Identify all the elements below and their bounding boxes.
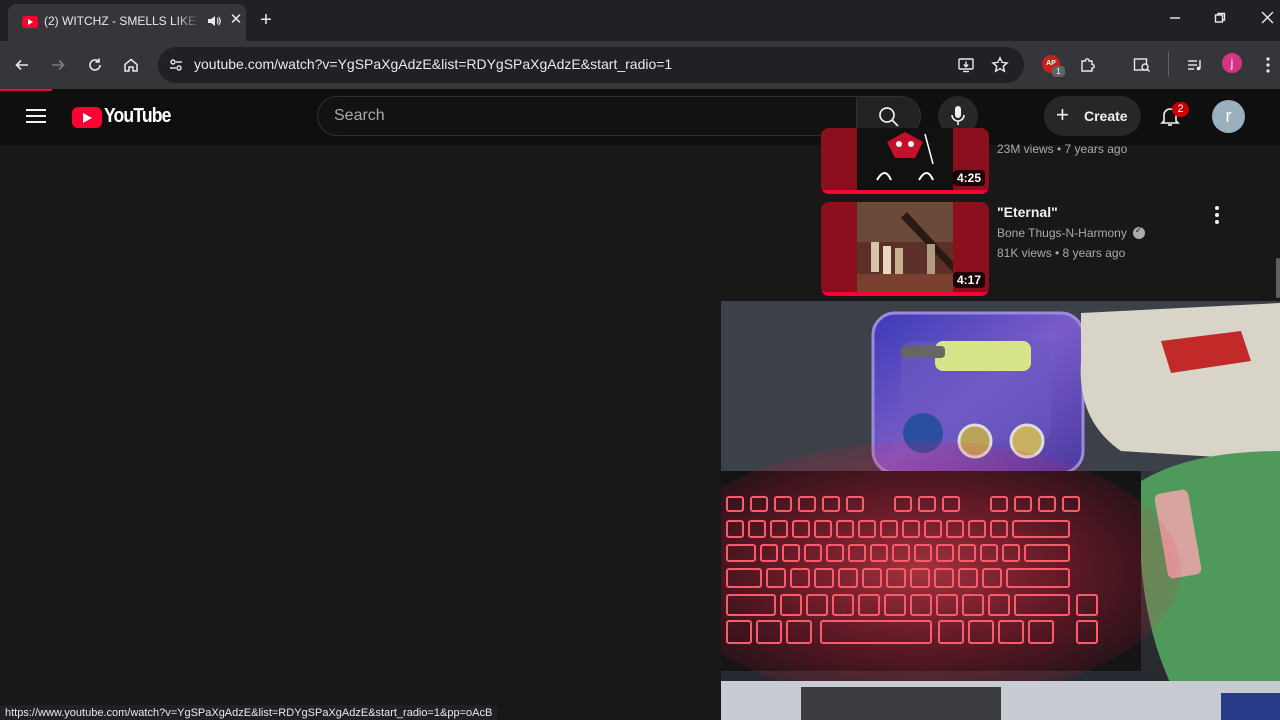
- create-label: Create: [1084, 108, 1128, 124]
- url-text[interactable]: youtube.com/watch?v=YgSPaXgAdzE&list=RDY…: [194, 56, 672, 72]
- search-input[interactable]: [334, 106, 834, 126]
- search-box[interactable]: [317, 96, 857, 136]
- back-arrow-icon[interactable]: [10, 53, 34, 77]
- home-icon[interactable]: [119, 53, 143, 77]
- microphone-icon: [951, 106, 965, 125]
- audio-playing-icon[interactable]: [206, 13, 222, 29]
- video-duration: 4:17: [952, 272, 985, 288]
- plus-icon: +: [1056, 102, 1069, 127]
- tab-close-icon[interactable]: ✕: [228, 12, 244, 28]
- notifications-count-badge: 2: [1172, 102, 1189, 117]
- youtube-masthead: YouTube + Create: [0, 89, 1280, 145]
- browser-tab-active[interactable]: (2) WITCHZ - SMELLS LIKE TEEN SPIRIT ✕: [8, 4, 246, 41]
- youtube-logo-icon[interactable]: [72, 107, 102, 128]
- chrome-profile-avatar[interactable]: j: [1222, 53, 1242, 73]
- new-tab-plus-icon[interactable]: +: [256, 9, 276, 31]
- guide-menu-icon[interactable]: [24, 105, 48, 129]
- video-duration: 4:25: [952, 170, 985, 186]
- video-title[interactable]: "Eternal": [997, 204, 1058, 220]
- video-options-icon[interactable]: [1208, 203, 1226, 227]
- restore-window-icon[interactable]: [1208, 10, 1232, 30]
- link-preview-status: https://www.youtube.com/watch?v=YgSPaXgA…: [0, 705, 498, 720]
- address-bar[interactable]: youtube.com/watch?v=YgSPaXgAdzE&list=RDY…: [158, 47, 1024, 83]
- media-controls-icon[interactable]: [1183, 53, 1207, 77]
- search-icon: [879, 107, 899, 127]
- video-meta: 81K views • 8 years ago: [997, 246, 1126, 260]
- tab-title: (2) WITCHZ - SMELLS LIKE TEEN SPIRIT: [44, 14, 200, 28]
- reload-icon[interactable]: [83, 53, 107, 77]
- youtube-logo-text[interactable]: YouTube: [104, 105, 171, 128]
- webcam-image: [721, 301, 1280, 720]
- watched-progress-bar: [821, 190, 989, 194]
- minimize-window-icon[interactable]: [1163, 10, 1187, 30]
- forward-arrow-icon[interactable]: [46, 53, 70, 77]
- site-settings-icon[interactable]: [166, 55, 186, 75]
- thumbnail-image: [857, 202, 953, 292]
- chrome-menu-icon[interactable]: [1256, 53, 1280, 77]
- extensions-puzzle-icon[interactable]: [1076, 53, 1100, 77]
- verified-badge-icon: [1132, 225, 1145, 239]
- playlist-item-thumbnail[interactable]: 4:25: [821, 128, 989, 194]
- page-load-progress: [0, 89, 52, 91]
- thumbnail-image: [857, 128, 953, 190]
- video-meta: 23M views • 7 years ago: [997, 142, 1128, 156]
- browser-toolbar: youtube.com/watch?v=YgSPaXgAdzE&list=RDY…: [0, 41, 1280, 89]
- close-window-icon[interactable]: [1255, 10, 1279, 30]
- browser-tab-strip: (2) WITCHZ - SMELLS LIKE TEEN SPIRIT ✕ +: [0, 0, 1280, 41]
- toolbar-divider: [1168, 52, 1169, 76]
- channel-name[interactable]: Bone Thugs-N-Harmony: [997, 226, 1127, 240]
- page-scrollbar[interactable]: [1276, 258, 1280, 298]
- channel-name-row[interactable]: Bone Thugs-N-Harmony: [997, 225, 1145, 240]
- install-app-icon[interactable]: [956, 55, 976, 75]
- playlist-item-thumbnail[interactable]: 4:17: [821, 202, 989, 296]
- extension-badge-count: 1: [1052, 66, 1065, 77]
- create-button[interactable]: + Create: [1044, 96, 1141, 136]
- webcam-overlay: [721, 301, 1280, 720]
- account-avatar[interactable]: r: [1212, 100, 1245, 133]
- youtube-favicon-icon: [22, 16, 38, 28]
- bookmark-star-icon[interactable]: [990, 55, 1010, 75]
- watched-progress-bar: [821, 292, 989, 296]
- tab-search-icon[interactable]: [1130, 53, 1154, 77]
